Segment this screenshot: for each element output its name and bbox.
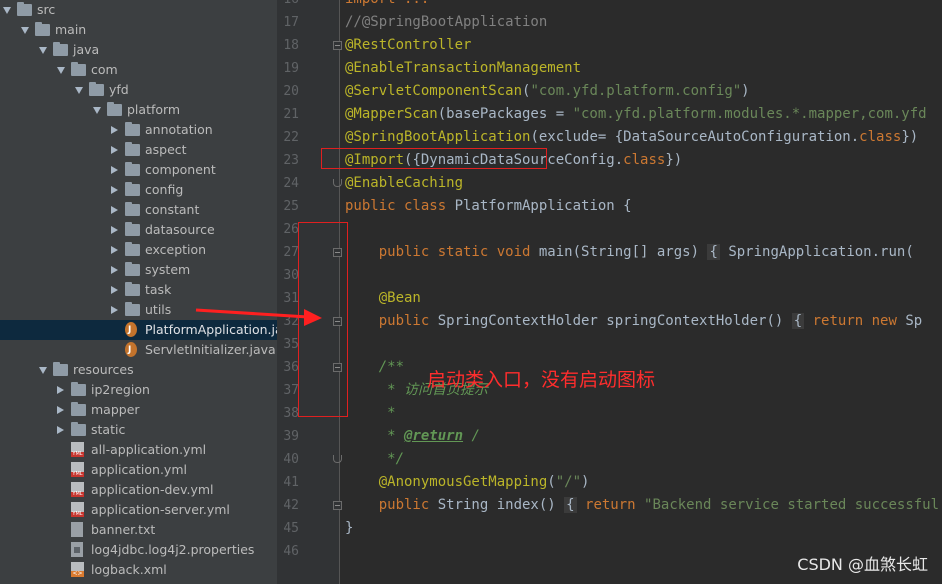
- annotation-note: 启动类入口，没有启动图标: [427, 369, 656, 391]
- red-arrow-icon: [195, 308, 322, 326]
- watermark: CSDN @血煞长虹: [797, 555, 928, 574]
